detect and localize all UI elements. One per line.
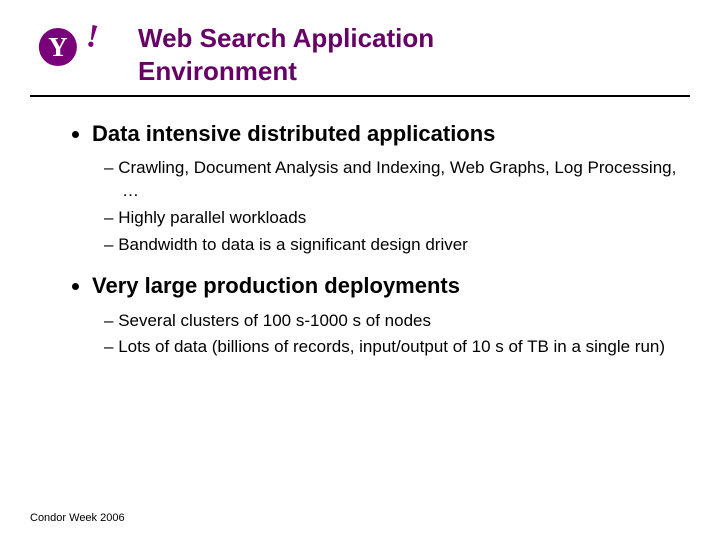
- bullet-item: Data intensive distributed applications …: [92, 121, 680, 257]
- sub-bullet-item: Several clusters of 100 s-1000 s of node…: [104, 310, 680, 333]
- slide-title: Web Search Application Environment: [138, 18, 434, 87]
- title-line-1: Web Search Application: [138, 23, 434, 53]
- bullet-item: Very large production deployments Severa…: [92, 273, 680, 359]
- sub-bullet-item: Lots of data (billions of records, input…: [104, 336, 680, 359]
- sub-bullet-list: Crawling, Document Analysis and Indexing…: [92, 157, 680, 257]
- slide-header: Y ! Web Search Application Environment: [30, 12, 690, 87]
- svg-text:!: !: [83, 18, 101, 55]
- slide-footer: Condor Week 2006: [30, 512, 125, 524]
- yahoo-logo-icon: Y !: [30, 18, 122, 76]
- slide: Y ! Web Search Application Environment D…: [0, 0, 720, 540]
- sub-bullet-item: Highly parallel workloads: [104, 207, 680, 230]
- sub-bullet-list: Several clusters of 100 s-1000 s of node…: [92, 310, 680, 360]
- bullet-text: Data intensive distributed applications: [92, 121, 495, 146]
- title-line-2: Environment: [138, 56, 297, 86]
- slide-content: Data intensive distributed applications …: [30, 115, 690, 359]
- bullet-text: Very large production deployments: [92, 273, 460, 298]
- sub-bullet-item: Crawling, Document Analysis and Indexing…: [104, 157, 680, 203]
- bullet-list: Data intensive distributed applications …: [70, 121, 680, 359]
- header-rule: [30, 95, 690, 97]
- sub-bullet-item: Bandwidth to data is a significant desig…: [104, 234, 680, 257]
- svg-text:Y: Y: [48, 32, 68, 62]
